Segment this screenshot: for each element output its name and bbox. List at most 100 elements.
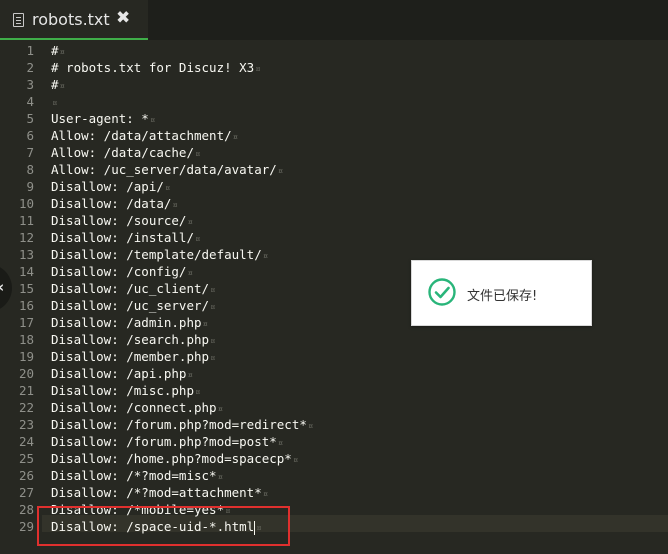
eol-marker: ¤ [59, 82, 65, 92]
eol-marker: ¤ [187, 218, 193, 228]
eol-marker: ¤ [277, 167, 284, 177]
code-line[interactable]: Allow: /data/cache/¤ [51, 144, 200, 161]
eol-marker: ¤ [149, 116, 156, 126]
code-line-text: Disallow: /forum.php?mod=redirect* [51, 417, 307, 432]
code-line-text: User-agent: * [51, 111, 149, 126]
code-line-text: Disallow: /api/ [51, 179, 164, 194]
code-line[interactable]: Disallow: /install/¤ [51, 229, 200, 246]
code-line-text: Disallow: /data/ [51, 196, 172, 211]
eol-marker: ¤ [172, 201, 178, 211]
line-number: 11 [18, 213, 34, 228]
line-number: 18 [18, 332, 34, 347]
code-line-text: Disallow: /admin.php [51, 315, 202, 330]
eol-marker: ¤ [277, 439, 284, 449]
line-number: 20 [18, 366, 34, 381]
eol-marker: ¤ [59, 48, 65, 58]
eol-marker: ¤ [195, 388, 201, 398]
line-number: 2 [26, 60, 34, 75]
line-number: 19 [18, 349, 34, 364]
code-line[interactable]: Disallow: /api.php¤ [51, 365, 193, 382]
line-number: 22 [18, 400, 34, 415]
code-line[interactable]: # robots.txt for Discuz! X3¤ [51, 59, 261, 76]
code-line-text: Disallow: /install/ [51, 230, 194, 245]
code-line[interactable]: Disallow: /forum.php?mod=post*¤ [51, 433, 283, 450]
code-line[interactable]: Disallow: /api/¤ [51, 178, 170, 195]
code-line[interactable]: Disallow: /*?mod=attachment*¤ [51, 484, 268, 501]
tab-bar: robots.txt ✖ [0, 0, 668, 40]
save-toast: 文件已保存! [411, 260, 592, 326]
code-line[interactable]: Disallow: /source/¤ [51, 212, 193, 229]
code-line-text: # [51, 43, 59, 58]
code-line[interactable]: #¤ [51, 76, 65, 93]
code-line[interactable]: #¤ [51, 42, 65, 59]
eol-marker: ¤ [255, 65, 261, 75]
code-line-text: Disallow: /source/ [51, 213, 187, 228]
code-line-text: Disallow: /forum.php?mod=post* [51, 434, 277, 449]
code-line[interactable]: Disallow: /data/¤ [51, 195, 178, 212]
code-line[interactable]: Disallow: /admin.php¤ [51, 314, 208, 331]
eol-marker: ¤ [232, 133, 239, 143]
code-line[interactable]: Disallow: /home.php?mod=spacecp*¤ [51, 450, 298, 467]
code-line[interactable]: Allow: /uc_server/data/avatar/¤ [51, 161, 283, 178]
code-line-text: # robots.txt for Discuz! X3 [51, 60, 255, 75]
code-line[interactable]: Disallow: /uc_client/¤ [51, 280, 215, 297]
eol-marker: ¤ [52, 99, 58, 109]
code-line[interactable]: ¤ [51, 93, 57, 110]
code-line[interactable]: Allow: /data/attachment/¤ [51, 127, 238, 144]
eol-marker: ¤ [217, 405, 223, 415]
code-line[interactable]: Disallow: /uc_server/¤ [51, 297, 215, 314]
code-line-text: Disallow: /api.php [51, 366, 187, 381]
line-number: 29 [18, 519, 34, 534]
code-line[interactable]: Disallow: /forum.php?mod=redirect*¤ [51, 416, 313, 433]
eol-marker: ¤ [292, 456, 299, 466]
code-line[interactable]: Disallow: /config/¤ [51, 263, 193, 280]
code-line-text: Disallow: /uc_server/ [51, 298, 210, 313]
eol-marker: ¤ [210, 286, 216, 296]
code-line-text: Allow: /uc_server/data/avatar/ [51, 162, 277, 177]
eol-marker: ¤ [210, 354, 216, 364]
eol-marker: ¤ [210, 337, 216, 347]
code-line[interactable]: Disallow: /connect.php¤ [51, 399, 223, 416]
code-line-text: Allow: /data/cache/ [51, 145, 194, 160]
code-line-text: Disallow: /*?mod=attachment* [51, 485, 262, 500]
code-line-text: Disallow: /home.php?mod=spacecp* [51, 451, 292, 466]
line-number: 12 [18, 230, 34, 245]
code-line[interactable]: Disallow: /template/default/¤ [51, 246, 268, 263]
vertical-scrollbar[interactable] [664, 40, 668, 554]
eol-marker: ¤ [262, 252, 269, 262]
line-number: 6 [26, 128, 34, 143]
toast-message: 文件已保存! [467, 289, 538, 304]
eol-marker: ¤ [307, 422, 314, 432]
line-number: 17 [18, 315, 34, 330]
line-number: 25 [18, 451, 34, 466]
code-line[interactable]: Disallow: /*?mod=misc*¤ [51, 467, 223, 484]
eol-marker: ¤ [195, 235, 201, 245]
eol-marker: ¤ [187, 371, 193, 381]
eol-marker: ¤ [187, 269, 193, 279]
line-number: 8 [26, 162, 34, 177]
code-line-text: # [51, 77, 59, 92]
eol-marker: ¤ [202, 320, 208, 330]
line-number: 28 [18, 502, 34, 517]
chevron-left-icon: ‹ [0, 278, 4, 296]
line-number: 24 [18, 434, 34, 449]
code-line[interactable]: Disallow: /member.php¤ [51, 348, 215, 365]
line-number: 4 [26, 94, 34, 109]
code-line[interactable]: Disallow: /search.php¤ [51, 331, 215, 348]
line-number: 5 [26, 111, 34, 126]
eol-marker: ¤ [195, 150, 201, 160]
line-number: 27 [18, 485, 34, 500]
code-line[interactable]: User-agent: *¤ [51, 110, 155, 127]
code-line-text: Disallow: /member.php [51, 349, 210, 364]
tab-title: robots.txt [32, 10, 110, 29]
code-line-text: Disallow: /misc.php [51, 383, 194, 398]
tab-robots-txt[interactable]: robots.txt ✖ [0, 0, 148, 40]
code-line[interactable]: Disallow: /misc.php¤ [51, 382, 200, 399]
check-circle-icon [428, 278, 456, 306]
line-number: 7 [26, 145, 34, 160]
close-icon[interactable]: ✖ [116, 8, 130, 28]
code-line-text: Disallow: /connect.php [51, 400, 217, 415]
file-icon [13, 13, 24, 27]
code-line-text: Disallow: /template/default/ [51, 247, 262, 262]
code-line-text: Allow: /data/attachment/ [51, 128, 232, 143]
